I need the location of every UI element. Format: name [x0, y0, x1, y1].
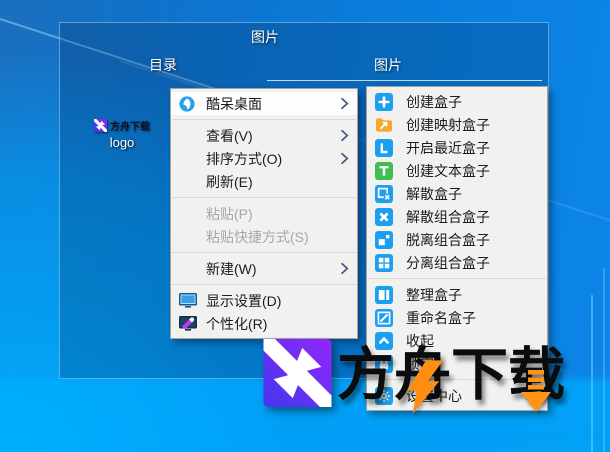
desktop-context-menu: 酷呆桌面查看(V) 排序方式(O) 刷新(E) 粘贴(P) 粘贴快捷方式(S) 新建(W)…: [170, 88, 358, 339]
detach-icon: [375, 230, 406, 249]
submenu-arrow-icon: [340, 129, 352, 142]
menu-item-personalize[interactable]: 个性化(R): [171, 312, 357, 335]
menu-separator: [172, 119, 356, 120]
menu-item-sort-by[interactable]: 排序方式(O): [171, 147, 357, 170]
menu-item-label: 排序方式(O): [206, 150, 283, 167]
menu-separator: [172, 197, 356, 198]
menu-item-paste[interactable]: 粘贴(P): [171, 202, 357, 225]
menu-item-label: 脱离组合盒子: [406, 231, 490, 248]
menu-item-rename-box[interactable]: 重命名盒子: [367, 306, 547, 329]
menu-item-create-mapping-box[interactable]: 创建映射盒子: [367, 113, 547, 136]
menu-item-refresh[interactable]: 刷新(E): [171, 170, 357, 193]
menu-item-label: 分离组合盒子: [406, 254, 490, 271]
menu-separator: [368, 278, 546, 279]
menu-item-separate-group-box[interactable]: 分离组合盒子: [367, 251, 547, 274]
menu-item-label: 创建文本盒子: [406, 162, 490, 179]
mapping-folder-icon: [375, 116, 406, 134]
menu-separator: [172, 284, 356, 285]
menu-item-create-box[interactable]: 创建盒子: [367, 90, 547, 113]
menu-item-label: 查看(V): [206, 127, 253, 144]
menu-item-label: 刷新(E): [206, 173, 253, 190]
menu-item-label: 解散盒子: [406, 185, 462, 202]
column-header-picture: 图片: [374, 57, 402, 73]
menu-item-organize-box[interactable]: 整理盒子: [367, 283, 547, 306]
wallpaper-streak: [591, 295, 593, 452]
menu-item-dissolve-group-box[interactable]: 解散组合盒子: [367, 205, 547, 228]
menu-item-view[interactable]: 查看(V): [171, 124, 357, 147]
letter-t-icon: [375, 161, 406, 180]
menu-item-label: 创建盒子: [406, 93, 462, 110]
columns-icon: [375, 285, 406, 304]
menu-item-label: 粘贴(P): [206, 205, 253, 222]
panel-title: 图片: [251, 29, 279, 45]
wallpaper-streak: [603, 268, 605, 452]
desktop: 图片 目录 图片 方舟下载 logo 酷呆桌面查看(V) 排序方式(O) 刷新(E)…: [0, 0, 610, 452]
fangzhou-logo-icon: [262, 339, 333, 407]
menu-item-display-settings[interactable]: 显示设置(D): [171, 289, 357, 312]
menu-item-label: 显示设置(D): [206, 292, 282, 309]
menu-item-create-text-box[interactable]: 创建文本盒子: [367, 159, 547, 182]
menu-item-label: 解散组合盒子: [406, 208, 490, 225]
column-header-directory: 目录: [149, 57, 177, 73]
submenu-arrow-icon: [340, 97, 352, 110]
letter-l-icon: [375, 138, 406, 157]
display-icon: [179, 292, 206, 309]
download-arrow-icon: [521, 370, 551, 417]
plus-icon: [375, 92, 406, 111]
menu-item-open-recent-box[interactable]: 开启最近盒子: [367, 136, 547, 159]
menu-item-label: 整理盒子: [406, 286, 462, 303]
menu-item-label: 粘贴快捷方式(S): [206, 228, 309, 245]
submenu-arrow-icon: [340, 262, 352, 275]
menu-item-label: 开启最近盒子: [406, 139, 490, 156]
menu-item-label: 酷呆桌面: [206, 95, 262, 112]
menu-item-label: 新建(W): [206, 260, 257, 277]
box-x-icon: [375, 184, 406, 203]
menu-item-label: 创建映射盒子: [406, 116, 490, 133]
menu-item-detach-group-box[interactable]: 脱离组合盒子: [367, 228, 547, 251]
menu-item-label: 重命名盒子: [406, 309, 476, 326]
menu-item-label: 个性化(R): [206, 315, 268, 332]
menu-item-dissolve-box[interactable]: 解散盒子: [367, 182, 547, 205]
shortcut-thumb-text: 方舟下载: [110, 121, 150, 133]
column-underline: [267, 80, 542, 81]
desktop-shortcut-logo[interactable]: 方舟下载 logo: [76, 117, 168, 150]
shortcut-thumbnail: 方舟下载: [76, 117, 168, 133]
menu-separator: [172, 252, 356, 253]
shortcut-label: logo: [109, 135, 135, 150]
menu-item-paste-shortcut[interactable]: 粘贴快捷方式(S): [171, 225, 357, 248]
coodesker-icon: [179, 95, 206, 112]
lightning-bolt-icon: [407, 359, 445, 420]
rename-icon: [375, 308, 406, 327]
x-icon: [375, 207, 406, 226]
personalize-icon: [179, 315, 206, 332]
menu-item-coodesker[interactable]: 酷呆桌面: [171, 92, 357, 115]
grid-icon: [375, 253, 406, 272]
menu-item-new[interactable]: 新建(W): [171, 257, 357, 280]
fangzhou-logo-icon: [94, 118, 107, 132]
submenu-arrow-icon: [340, 152, 352, 165]
